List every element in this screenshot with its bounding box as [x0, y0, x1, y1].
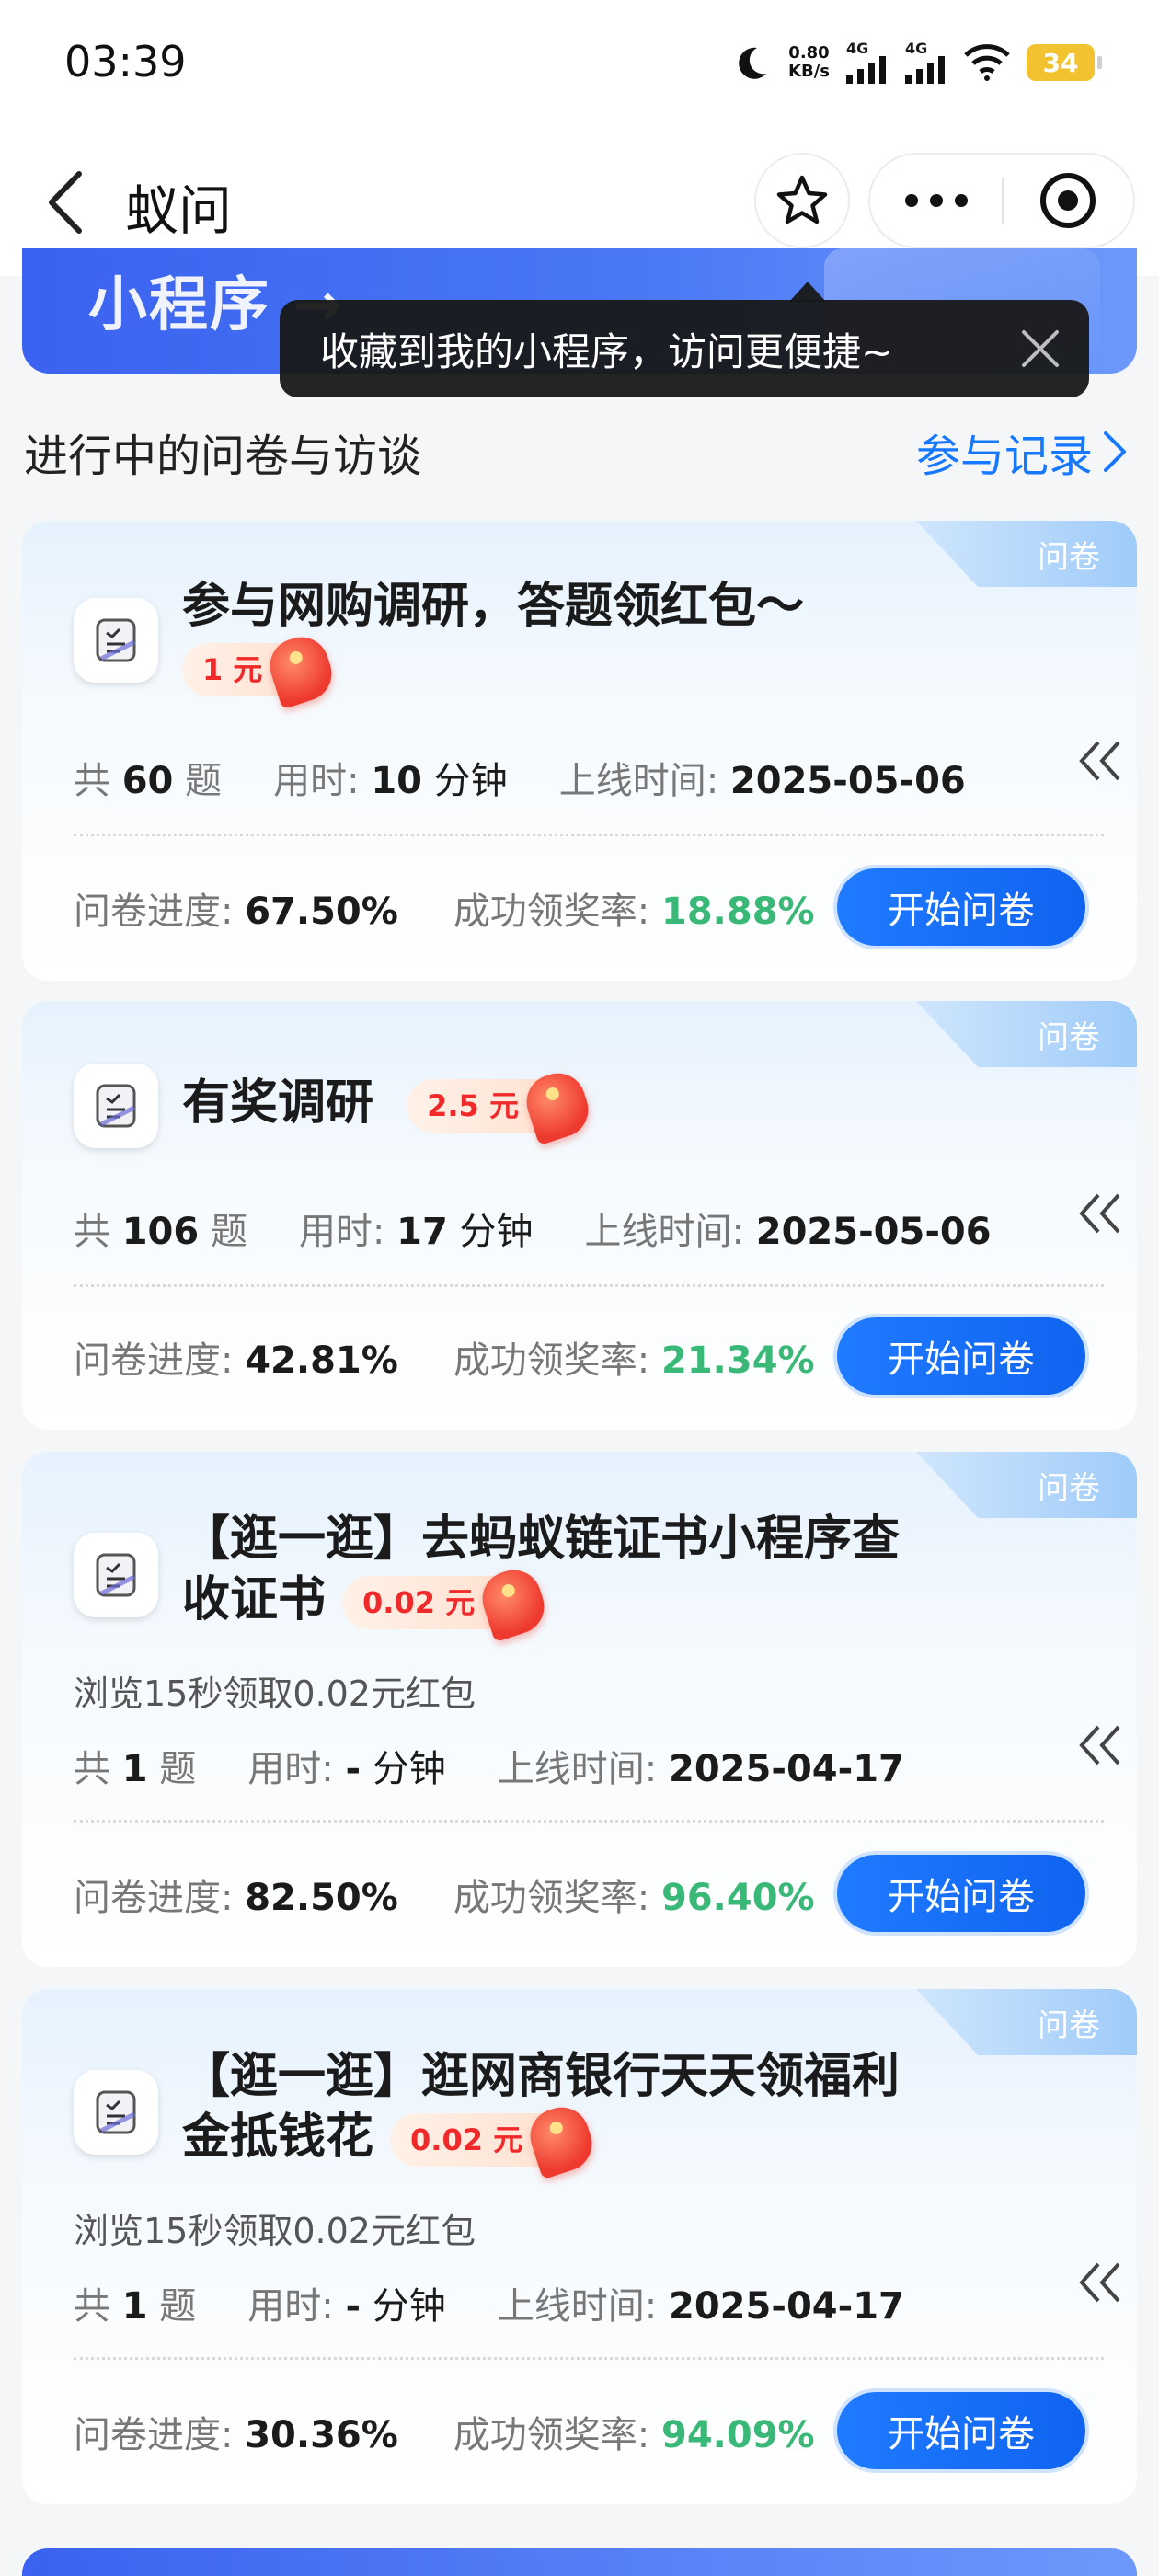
survey-meta: 共 1 题 用时: - 分钟 上线时间: 2025-04-17 — [74, 2285, 904, 2328]
online-date: 2025-05-06 — [755, 1211, 992, 1253]
survey-card[interactable]: 问卷 参与网购调研，答题领红包～ 1 元 共 60 题 用时: 10 分钟 上线… — [22, 521, 1137, 981]
net-speed: 0.80 KB/s — [788, 43, 830, 81]
question-count: 60 — [121, 760, 174, 802]
page-title: 蚁问 — [125, 179, 233, 242]
favorite-button[interactable] — [754, 153, 850, 248]
moon-icon — [739, 47, 767, 79]
start-survey-button[interactable]: 开始问卷 — [837, 1855, 1085, 1932]
section-title: 进行中的问卷与访谈 — [24, 431, 422, 482]
duration: 10 — [371, 760, 422, 802]
chevron-right-icon — [1104, 431, 1126, 472]
next-card-peek — [22, 2548, 1137, 2576]
survey-tag: 问卷 — [916, 1452, 1137, 1518]
signal-bars-icon — [905, 56, 945, 84]
progress-value: 42.81% — [245, 1340, 398, 1382]
survey-title: 【逛一逛】去蚂蚁链证书小程序查 收证书 0.02 元 — [182, 1509, 900, 1643]
reward-badge: 0.02 元 — [390, 2099, 600, 2180]
success-rate-value: 21.34% — [661, 1340, 815, 1382]
red-packet-icon — [475, 1562, 552, 1643]
more-dots-icon — [904, 194, 968, 207]
survey-doc-icon — [74, 1533, 158, 1617]
success-rate-value: 94.09% — [661, 2414, 815, 2456]
signal-1: 4G — [846, 41, 889, 84]
progress-value: 67.50% — [245, 891, 398, 933]
survey-stats: 问卷进度: 67.50% 成功领奖率: 18.88% — [74, 891, 815, 933]
miniprogram-capsule — [868, 153, 1135, 248]
status-time: 03:39 — [64, 37, 187, 86]
survey-doc-icon — [74, 598, 158, 683]
signal-2: 4G — [905, 41, 947, 84]
tooltip-close-button[interactable] — [1016, 324, 1065, 374]
collapse-double-chevron-icon[interactable] — [1063, 729, 1137, 793]
card-divider — [74, 1284, 1104, 1287]
card-divider — [74, 2357, 1104, 2360]
chevron-left-icon — [49, 171, 82, 234]
red-packet-icon — [263, 629, 339, 710]
duration: - — [345, 2285, 361, 2328]
success-rate-value: 18.88% — [661, 891, 815, 933]
start-survey-button[interactable]: 开始问卷 — [837, 1317, 1085, 1395]
red-packet-icon — [522, 2099, 600, 2180]
start-survey-button[interactable]: 开始问卷 — [837, 868, 1085, 946]
card-divider — [74, 834, 1104, 836]
wifi-icon — [964, 44, 1010, 81]
close-icon — [1022, 330, 1059, 367]
online-date: 2025-04-17 — [669, 1748, 904, 1790]
online-date: 2025-04-17 — [669, 2285, 904, 2328]
survey-meta: 共 60 题 用时: 10 分钟 上线时间: 2025-05-06 — [74, 760, 966, 802]
survey-card[interactable]: 问卷 有奖调研 2.5 元 共 106 题 用时: 17 分钟 上线时间: 20… — [22, 1001, 1137, 1430]
status-icons: 0.80 KB/s 4G 4G 34 — [731, 37, 1102, 88]
survey-meta: 共 1 题 用时: - 分钟 上线时间: 2025-04-17 — [74, 1748, 904, 1790]
success-rate-value: 96.40% — [661, 1877, 815, 1919]
survey-description: 浏览15秒领取0.02元红包 — [74, 2211, 476, 2251]
survey-stats: 问卷进度: 42.81% 成功领奖率: 21.34% — [74, 1340, 815, 1382]
survey-doc-icon — [74, 2070, 158, 2155]
survey-title: 【逛一逛】逛网商银行天天领福利 金抵钱花 0.02 元 — [182, 2046, 900, 2180]
survey-doc-icon — [74, 1064, 158, 1148]
question-count: 106 — [121, 1211, 200, 1253]
close-miniprogram-button[interactable] — [1004, 155, 1133, 247]
survey-meta: 共 106 题 用时: 17 分钟 上线时间: 2025-05-06 — [74, 1211, 992, 1253]
reward-badge: 2.5 元 — [407, 1065, 596, 1146]
duration: 17 — [396, 1211, 448, 1253]
favorite-tooltip: 收藏到我的小程序，访问更便捷~ — [280, 282, 1089, 397]
survey-tag: 问卷 — [916, 1001, 1137, 1067]
survey-tag: 问卷 — [916, 1989, 1137, 2055]
survey-card[interactable]: 问卷 【逛一逛】逛网商银行天天领福利 金抵钱花 0.02 元 浏览15秒领取0.0… — [22, 1989, 1137, 2504]
question-count: 1 — [121, 2285, 148, 2328]
duration: - — [345, 1748, 361, 1790]
survey-stats: 问卷进度: 30.36% 成功领奖率: 94.09% — [74, 2414, 815, 2456]
card-divider — [74, 1820, 1104, 1823]
collapse-double-chevron-icon[interactable] — [1063, 1181, 1137, 1246]
tooltip-text: 收藏到我的小程序，访问更便捷~ — [320, 328, 894, 374]
online-date: 2025-05-06 — [729, 760, 966, 802]
battery-indicator: 34 — [1027, 44, 1102, 81]
status-bar: 03:39 0.80 KB/s 4G 4G 34 — [0, 0, 1159, 129]
star-icon — [776, 175, 828, 224]
red-packet-icon — [519, 1065, 596, 1146]
collapse-double-chevron-icon[interactable] — [1063, 2250, 1137, 2315]
progress-value: 82.50% — [245, 1877, 398, 1919]
survey-tag: 问卷 — [916, 521, 1137, 587]
survey-card[interactable]: 问卷 【逛一逛】去蚂蚁链证书小程序查 收证书 0.02 元 浏览15秒领取0.02… — [22, 1452, 1137, 1967]
survey-title: 有奖调研 2.5 元 — [182, 1065, 596, 1146]
back-button[interactable] — [37, 166, 92, 239]
survey-title: 参与网购调研，答题领红包～ 1 元 — [182, 576, 804, 710]
progress-value: 30.36% — [245, 2414, 398, 2456]
reward-badge: 0.02 元 — [342, 1562, 552, 1643]
start-survey-button[interactable]: 开始问卷 — [837, 2392, 1085, 2469]
survey-stats: 问卷进度: 82.50% 成功领奖率: 96.40% — [74, 1877, 815, 1919]
question-count: 1 — [121, 1748, 148, 1790]
more-button[interactable] — [870, 155, 1002, 247]
participation-records-link[interactable]: 参与记录 — [916, 420, 1128, 484]
collapse-double-chevron-icon[interactable] — [1063, 1713, 1137, 1777]
reward-badge: 1 元 — [182, 629, 339, 710]
survey-description: 浏览15秒领取0.02元红包 — [74, 1673, 476, 1714]
target-circle-icon — [1040, 173, 1096, 228]
signal-bars-icon — [846, 56, 886, 84]
